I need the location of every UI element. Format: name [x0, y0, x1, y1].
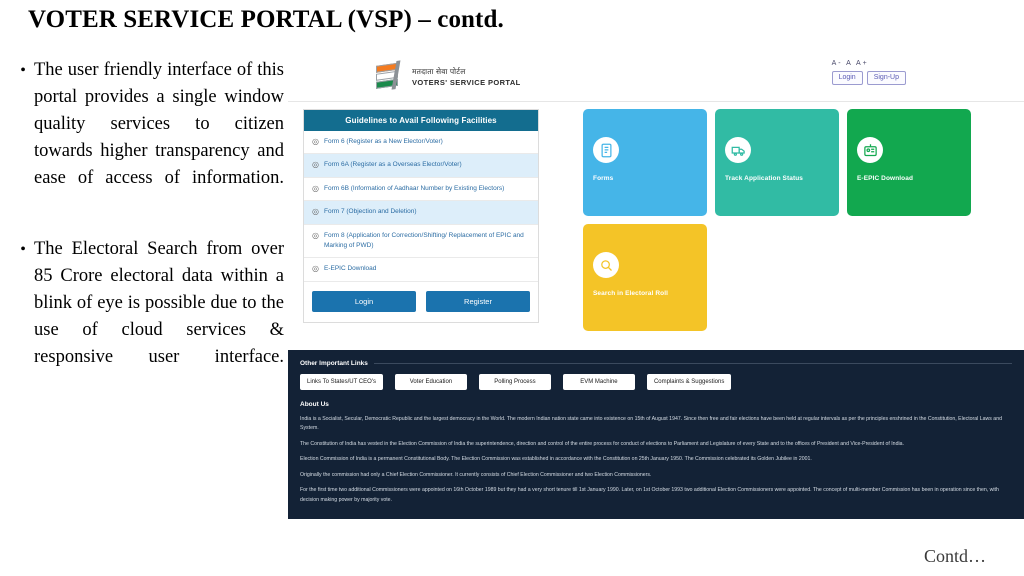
guideline-item-form7[interactable]: ◎ Form 7 (Objection and Deletion) — [304, 201, 538, 225]
site-header: मतदाता सेवा पोर्टल VOTERS' SERVICE PORTA… — [288, 56, 1024, 102]
guideline-label: Form 7 (Objection and Deletion) — [324, 208, 417, 216]
circle-target-icon: ◎ — [312, 207, 319, 217]
guideline-item-form6a[interactable]: ◎ Form 6A (Register as a Overseas Electo… — [304, 154, 538, 178]
vsp-website-screenshot: मतदाता सेवा पोर्टल VOTERS' SERVICE PORTA… — [288, 56, 1024, 519]
eci-logo-icon — [376, 60, 402, 94]
tile-label: Search in Electoral Roll — [593, 290, 669, 297]
about-paragraph: Election Commission of India is a perman… — [300, 456, 812, 463]
continuation-note: Contd… — [923, 546, 986, 566]
guideline-item-eepic-download[interactable]: ◎ E-EPIC Download — [304, 258, 538, 282]
forms-icon — [593, 137, 619, 163]
card-login-button[interactable]: Login — [312, 290, 416, 312]
card-register-button[interactable]: Register — [426, 290, 530, 312]
signup-button[interactable]: Sign-Up — [866, 71, 906, 85]
tile-search-in-electoral-roll[interactable]: Search in Electoral Roll — [583, 224, 707, 331]
footer-link-evm-machine[interactable]: EVM Machine — [562, 374, 635, 390]
service-tiles: Forms Track Application Status E-EPIC Do… — [583, 109, 1003, 339]
divider — [373, 363, 1012, 364]
guideline-item-form6[interactable]: ◎ Form 6 (Register as a New Elector/Vote… — [304, 131, 538, 155]
brand-title-english: VOTERS' SERVICE PORTAL — [412, 78, 521, 87]
bullet-text: The user friendly interface of this port… — [34, 60, 284, 188]
footer-links-heading-text: Other Important Links — [300, 360, 368, 367]
about-paragraph: Originally the commission had only a Chi… — [300, 472, 652, 479]
footer-link-states-ut-ceos[interactable]: Links To States/UT CEO's — [300, 374, 383, 390]
circle-target-icon: ◎ — [312, 264, 319, 274]
bullet-point-icon: • — [20, 241, 26, 258]
guideline-label: E-EPIC Download — [324, 265, 377, 273]
tile-row: Forms Track Application Status E-EPIC Do… — [583, 109, 1003, 216]
truck-icon — [725, 137, 751, 163]
about-paragraph: India is a Socialist, Secular, Democrati… — [300, 416, 1002, 432]
tile-eepic-download[interactable]: E-EPIC Download — [847, 109, 971, 216]
guidelines-card-header: Guidelines to Avail Following Facilities — [304, 110, 538, 131]
footer-links: Links To States/UT CEO's Voter Education… — [300, 374, 1012, 390]
header-controls: A- A A+ Login Sign-Up — [831, 60, 906, 85]
tile-label: E-EPIC Download — [857, 175, 914, 182]
circle-target-icon: ◎ — [312, 137, 319, 146]
guideline-label: Form 8 (Application for Correction/Shift… — [324, 231, 524, 249]
id-card-icon — [857, 137, 883, 163]
tile-label: Track Application Status — [725, 175, 804, 182]
bullet-text: The Electoral Search from over 85 Crore … — [34, 239, 284, 367]
tile-track-application-status[interactable]: Track Application Status — [715, 109, 839, 216]
list-item: • The Electoral Search from over 85 Cror… — [12, 236, 284, 398]
font-size-controls[interactable]: A- A A+ — [832, 60, 906, 67]
guideline-item-form6b[interactable]: ◎ Form 6B (Information of Aadhaar Number… — [304, 178, 538, 202]
about-us-heading: About Us — [300, 401, 329, 408]
guideline-label: Form 6A (Register as a Overseas Elector/… — [324, 161, 462, 169]
tile-row: Search in Electoral Roll — [583, 224, 1003, 331]
site-footer: Other Important Links Links To States/UT… — [288, 350, 1024, 519]
page-title: VOTER SERVICE PORTAL (VSP) – contd. — [28, 6, 504, 33]
guideline-item-form8[interactable]: ◎ Form 8 (Application for Correction/Shi… — [304, 225, 538, 259]
circle-target-icon: ◎ — [312, 230, 319, 240]
brand-title-hindi: मतदाता सेवा पोर्टल — [412, 66, 466, 76]
about-paragraph: The Constitution of India has vested in … — [300, 441, 904, 448]
login-button[interactable]: Login — [831, 71, 863, 85]
footer-link-voter-education[interactable]: Voter Education — [394, 374, 467, 390]
site-brand[interactable]: मतदाता सेवा पोर्टल VOTERS' SERVICE PORTA… — [376, 60, 521, 94]
guidelines-actions: Login Register — [304, 282, 538, 322]
bullet-list: • The user friendly interface of this po… — [12, 57, 284, 415]
search-icon — [593, 252, 619, 278]
footer-link-polling-process[interactable]: Polling Process — [478, 374, 551, 390]
auth-buttons: Login Sign-Up — [831, 71, 906, 85]
footer-link-complaints-suggestions[interactable]: Complaints & Suggestions — [646, 374, 732, 390]
bullet-point-icon: • — [20, 62, 26, 79]
guideline-label: Form 6B (Information of Aadhaar Number b… — [324, 184, 505, 192]
tile-label: Forms — [593, 175, 614, 182]
guidelines-card: Guidelines to Avail Following Facilities… — [303, 109, 539, 323]
circle-target-icon: ◎ — [312, 183, 319, 193]
footer-links-heading: Other Important Links — [300, 360, 1012, 367]
guideline-label: Form 6 (Register as a New Elector/Voter) — [324, 138, 443, 145]
tile-forms[interactable]: Forms — [583, 109, 707, 216]
circle-target-icon: ◎ — [312, 160, 319, 170]
about-paragraph: For the first time two additional Commis… — [300, 487, 999, 503]
list-item: • The user friendly interface of this po… — [12, 57, 284, 219]
